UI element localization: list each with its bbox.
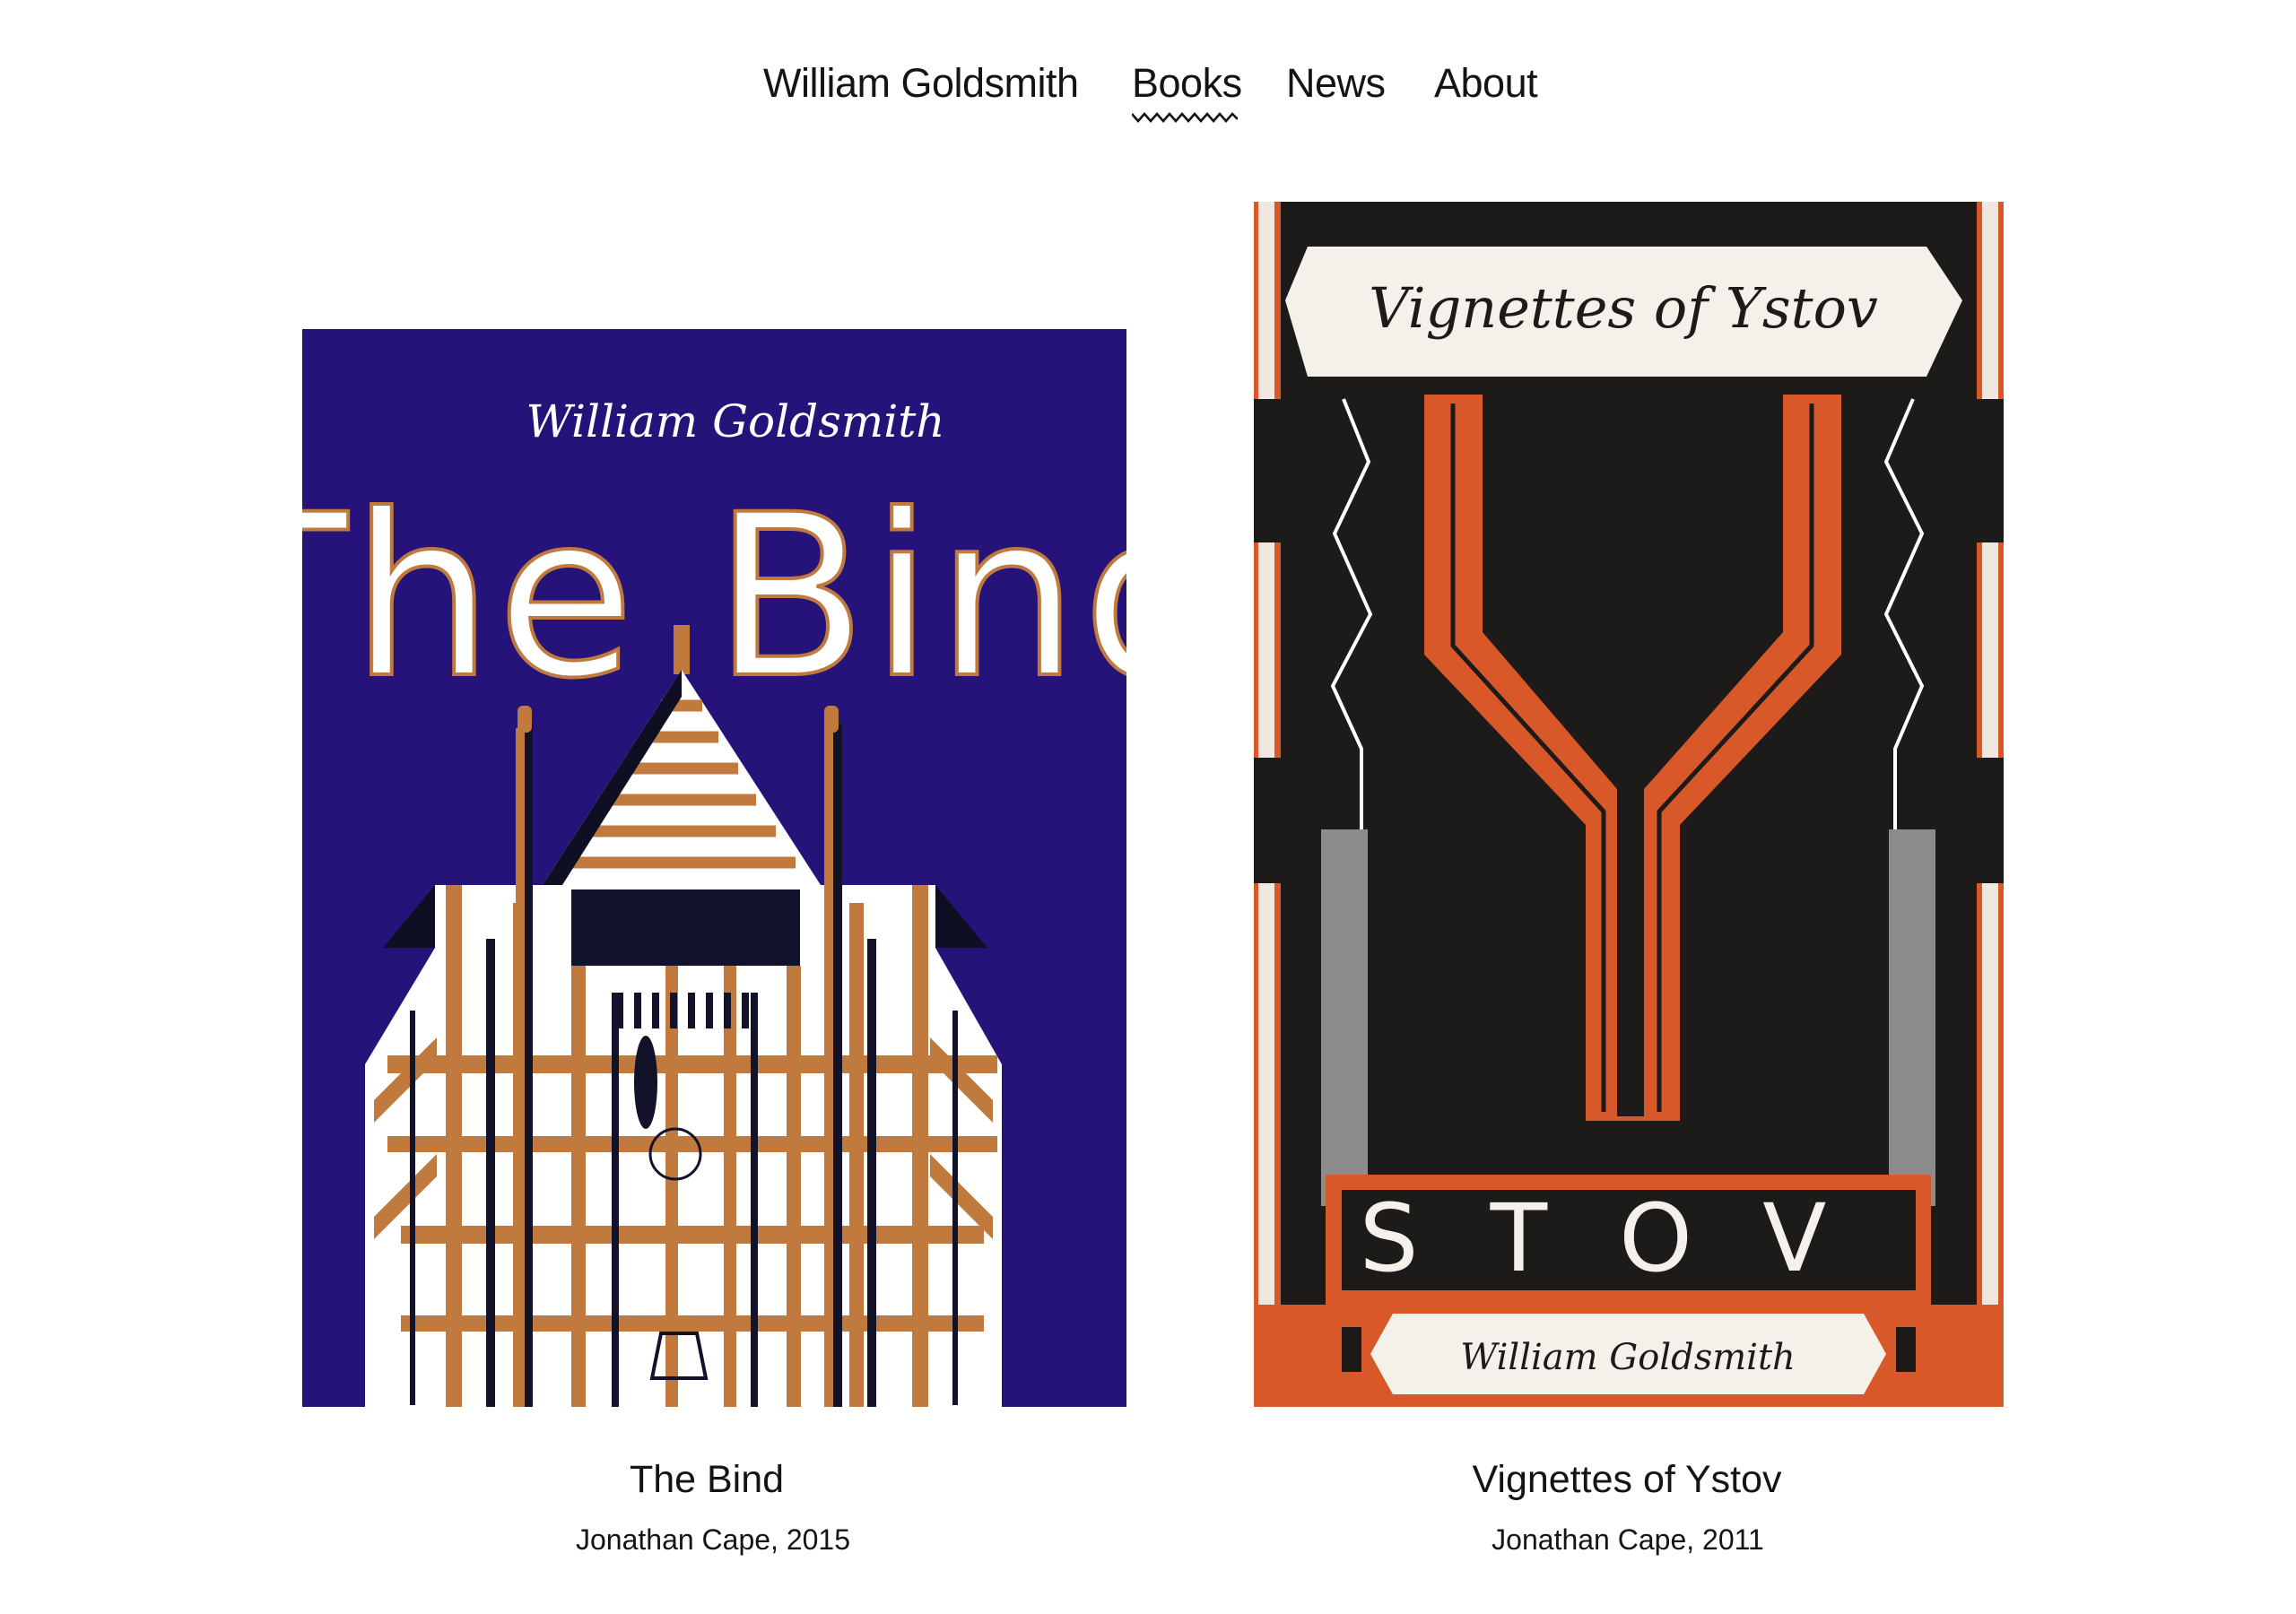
book-cover-the-bind[interactable]: William Goldsmith The Bind — [302, 329, 1126, 1407]
book-title[interactable]: Vignettes of Ystov — [1268, 1453, 1986, 1506]
cover-author-text: William Goldsmith — [1460, 1337, 1796, 1378]
active-nav-squiggle-underline — [1132, 112, 1238, 123]
cover-word-band: STOV — [1326, 1175, 1931, 1305]
cover-bottom-left-block — [1342, 1327, 1361, 1372]
cover-author-text: William Goldsmith — [526, 395, 945, 447]
nav-about-link[interactable]: About — [1434, 52, 1538, 115]
nav-books-link[interactable]: Books — [1132, 52, 1242, 115]
cover-title-text: Vignettes of Ystov — [1369, 275, 1878, 341]
cover-word-text: STOV — [1360, 1184, 1899, 1293]
nav-news-link[interactable]: News — [1286, 52, 1386, 115]
cover-left-grey-pillar — [1321, 829, 1368, 1206]
book-publisher-year: Jonathan Cape, 2015 — [575, 1523, 851, 1556]
cover-title-text: The Bind — [302, 466, 1126, 727]
nav-home-link[interactable]: William Goldsmith — [763, 52, 1079, 115]
cover-right-grey-pillar — [1889, 829, 1935, 1206]
book-publisher-year: Jonathan Cape, 2011 — [1492, 1523, 1764, 1556]
cover-bottom-right-block — [1896, 1327, 1916, 1372]
main-nav: William Goldsmith Books News About — [0, 52, 2296, 115]
book-cover-vignettes-of-ystov[interactable]: Vignettes of Ystov STOV William Goldsmit… — [1254, 202, 2004, 1407]
book-title[interactable]: The Bind — [348, 1453, 1065, 1506]
